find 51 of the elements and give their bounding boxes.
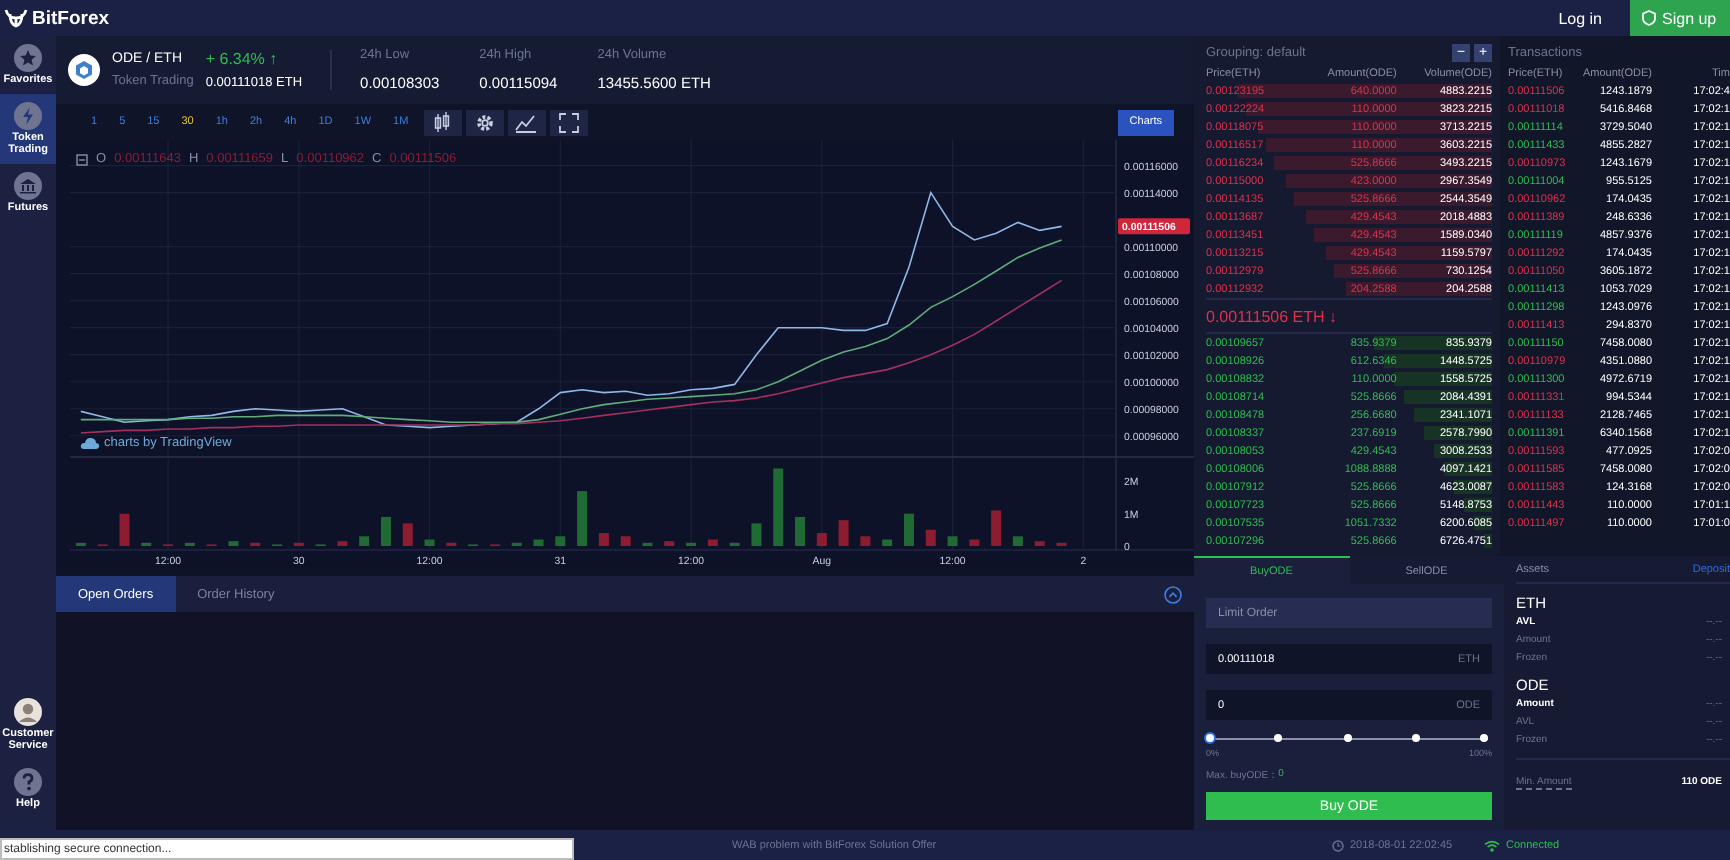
lightning-icon xyxy=(14,102,42,131)
volume-bar xyxy=(751,523,762,546)
logo-icon xyxy=(4,8,28,28)
login-link[interactable]: Log in xyxy=(1530,9,1630,27)
volume-bar xyxy=(838,520,849,546)
wifi-icon xyxy=(1484,839,1500,851)
fullscreen-icon[interactable] xyxy=(557,111,580,133)
slider-thumb[interactable] xyxy=(1204,732,1216,744)
volume-bar xyxy=(424,539,435,546)
volume-bar xyxy=(1012,536,1023,546)
indicator-chart-icon[interactable] xyxy=(514,111,539,133)
help-icon xyxy=(14,767,42,796)
volume-bar xyxy=(533,539,544,546)
volume-bar xyxy=(707,539,718,546)
candlestick-icon[interactable] xyxy=(432,110,453,134)
volume-bar xyxy=(860,536,871,546)
shield-icon xyxy=(1642,10,1656,26)
volume-bar xyxy=(119,513,130,546)
volume-bar xyxy=(1034,541,1045,546)
volume-bar xyxy=(947,536,958,546)
clock-icon xyxy=(1332,839,1344,851)
chevron-up-icon[interactable] xyxy=(1164,585,1182,603)
volume-bar xyxy=(664,541,675,546)
last-price: 0.00111506 ETH ↓ xyxy=(1206,307,1338,325)
volume-bar xyxy=(773,468,784,546)
coin-logo-icon xyxy=(68,54,100,86)
volume-bar xyxy=(337,541,348,546)
volume-bar xyxy=(359,536,370,546)
volume-bar xyxy=(402,523,413,546)
volume-bar xyxy=(381,516,391,546)
person-avatar-icon xyxy=(14,697,42,726)
volume-bar xyxy=(904,513,914,546)
volume-bar xyxy=(598,533,609,546)
logo-text: BitForex xyxy=(32,7,110,29)
minus-square-icon[interactable] xyxy=(76,153,88,165)
percent-slider[interactable] xyxy=(1206,732,1492,744)
volume-bar xyxy=(620,536,631,546)
volume-bar xyxy=(555,536,566,546)
volume-bar xyxy=(228,541,239,546)
bank-icon xyxy=(14,172,42,201)
volume-bar xyxy=(577,491,588,546)
price-change: + 6.34% ↑ xyxy=(205,50,280,68)
settings-icon[interactable] xyxy=(473,111,496,133)
volume-bar xyxy=(882,539,893,546)
cloud-icon xyxy=(80,436,100,450)
volume-bar xyxy=(969,539,980,546)
star-icon xyxy=(14,44,42,72)
volume-bar xyxy=(925,529,936,546)
volume-bar xyxy=(991,510,1002,546)
volume-bar xyxy=(795,516,805,546)
volume-bar xyxy=(816,533,827,546)
